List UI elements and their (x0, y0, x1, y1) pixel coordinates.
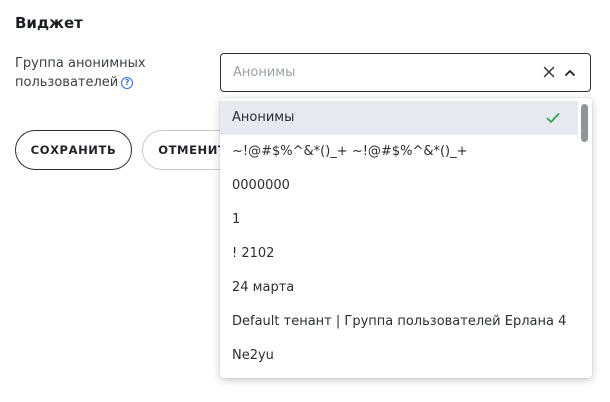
option-label: Ne2yu (232, 348, 274, 363)
save-button[interactable]: СОХРАНИТЬ (15, 130, 132, 170)
scrollbar-thumb[interactable] (581, 104, 588, 142)
option-label: 1 (232, 212, 241, 227)
chevron-up-icon[interactable] (563, 66, 577, 80)
dropdown-option[interactable]: 1 (220, 203, 578, 237)
dropdown-option[interactable]: ! 2102 (220, 237, 578, 271)
options-dropdown: Анонимы ~!@#$%^&*()_+ ~!@#$%^&*()_+ 0000… (220, 98, 592, 378)
dropdown-option[interactable]: 0000000 (220, 169, 578, 203)
widget-settings-page: Виджет Группа анонимных пользователей? А… (0, 0, 610, 402)
dropdown-option[interactable]: Ne2yu (220, 339, 578, 373)
dropdown-option[interactable]: 24 марта (220, 271, 578, 305)
clear-icon[interactable] (542, 65, 556, 79)
section-title: Виджет (15, 14, 83, 32)
check-icon (546, 113, 560, 123)
dropdown-option[interactable]: Default тенант | Группа пользователей Ер… (220, 305, 578, 339)
option-label: ~!@#$%^&*()_+ ~!@#$%^&*()_+ (232, 144, 468, 159)
question-circle-icon[interactable]: ? (121, 77, 134, 89)
option-label: Default тенант | Группа пользователей Ер… (232, 314, 567, 329)
option-label: Анонимы (232, 110, 295, 125)
anonymous-group-label: Группа анонимных пользователей? (15, 54, 185, 92)
option-label: 24 марта (232, 280, 295, 295)
dropdown-option[interactable]: ~!@#$%^&*()_+ ~!@#$%^&*()_+ (220, 135, 578, 169)
anonymous-group-select[interactable]: Анонимы (220, 53, 591, 92)
dropdown-option[interactable]: Анонимы (220, 101, 578, 135)
option-label: 0000000 (232, 178, 290, 193)
dropdown-scrollbar[interactable] (578, 98, 592, 378)
select-placeholder: Анонимы (233, 65, 296, 80)
option-label: ! 2102 (232, 246, 275, 261)
